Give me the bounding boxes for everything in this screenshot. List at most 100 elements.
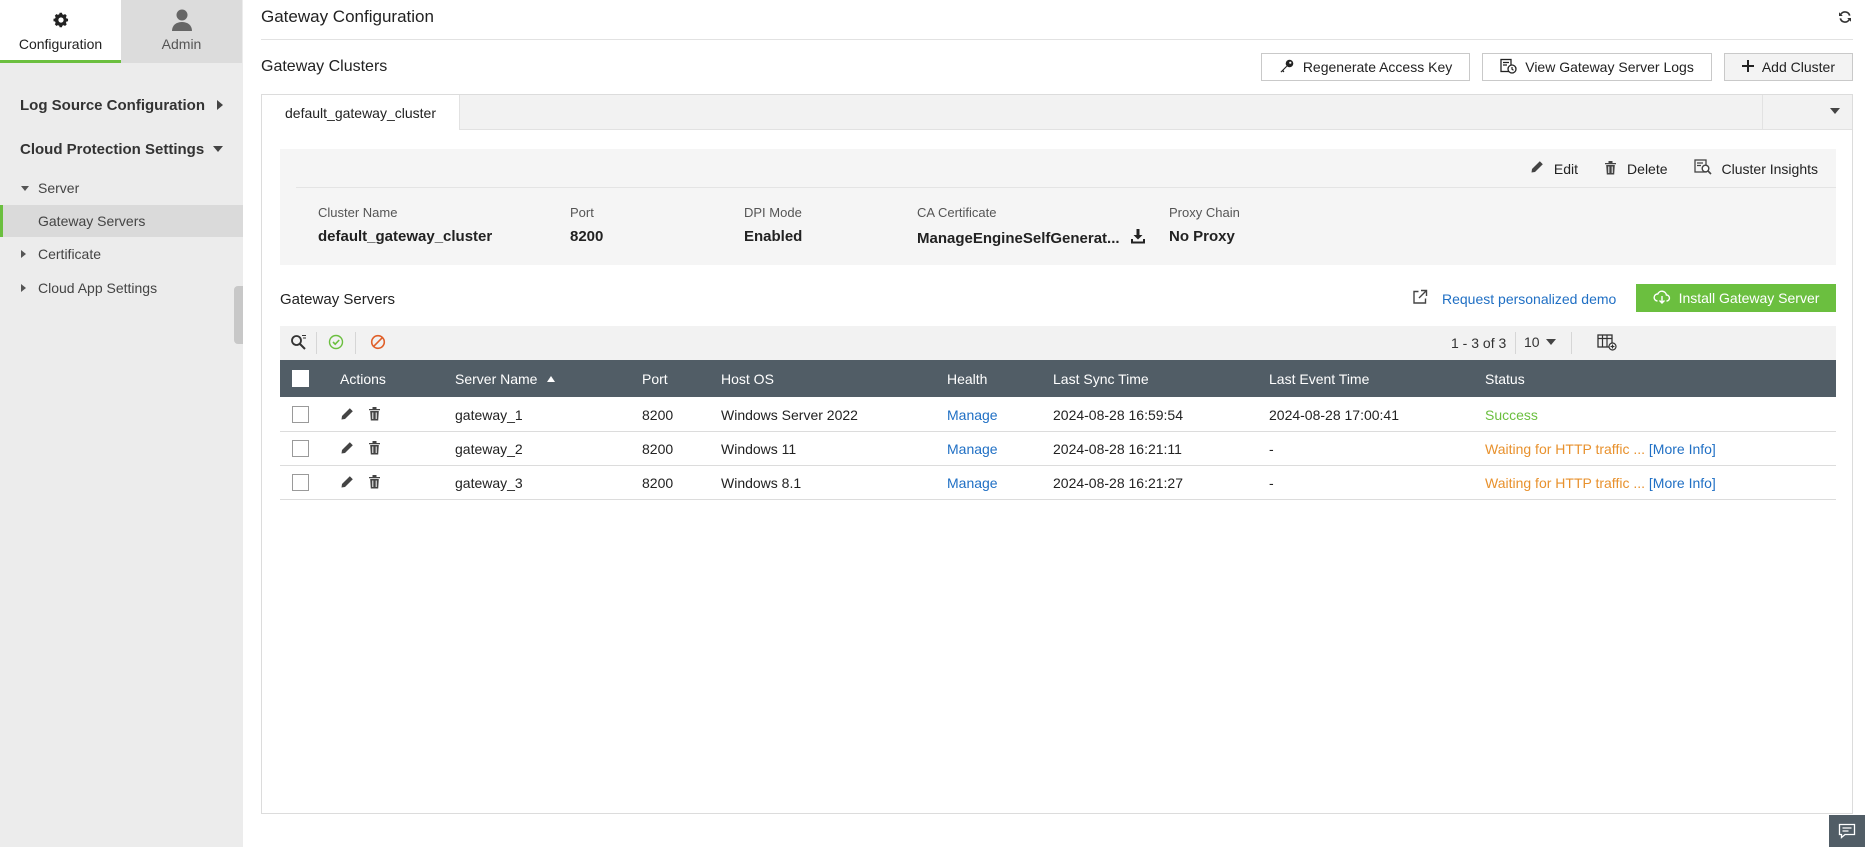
trash-icon[interactable] bbox=[368, 474, 381, 492]
chat-icon[interactable] bbox=[1829, 815, 1865, 847]
app-root: Configuration Admin Log Source Configura… bbox=[0, 0, 1865, 847]
column-header-actions: Actions bbox=[340, 371, 386, 387]
side-menu: Log Source Configuration Cloud Protectio… bbox=[0, 63, 243, 305]
top-tabs: Configuration Admin bbox=[0, 0, 243, 63]
request-demo-link[interactable]: Request personalized demo bbox=[1412, 289, 1616, 308]
cluster-insights-button[interactable]: Cluster Insights bbox=[1693, 159, 1818, 178]
table-row: gateway_1 8200 Windows Server 2022 Manag… bbox=[280, 397, 1836, 432]
sidebar-item-label: Server bbox=[38, 180, 80, 196]
column-settings-icon[interactable] bbox=[1597, 334, 1617, 356]
column-header-status: Status bbox=[1485, 371, 1525, 387]
refresh-icon[interactable] bbox=[1837, 9, 1853, 30]
column-header-server-name[interactable]: Server Name bbox=[455, 371, 556, 387]
sidebar: Configuration Admin Log Source Configura… bbox=[0, 0, 243, 847]
sidebar-group-server[interactable]: Server bbox=[0, 171, 243, 205]
cell-last-event-time: - bbox=[1269, 475, 1274, 491]
cell-port: 8200 bbox=[642, 441, 674, 457]
field-proxy-chain: Proxy Chain No Proxy bbox=[1169, 205, 1240, 245]
more-info-link[interactable]: [More Info] bbox=[1649, 441, 1716, 457]
status-badge: Waiting for HTTP traffic ... bbox=[1485, 441, 1646, 457]
toolbar-separator bbox=[1571, 332, 1572, 354]
column-header-label: Server Name bbox=[455, 371, 538, 387]
pencil-icon bbox=[1530, 160, 1544, 177]
sidebar-group-cloud-app-settings[interactable]: Cloud App Settings bbox=[0, 271, 243, 305]
more-info-link[interactable]: [More Info] bbox=[1649, 475, 1716, 491]
sidebar-item-label: Cloud Protection Settings bbox=[20, 140, 205, 158]
status-cell: Waiting for HTTP traffic ... [More Info] bbox=[1485, 441, 1716, 457]
field-value: 8200 bbox=[570, 228, 604, 245]
row-checkbox[interactable] bbox=[292, 440, 309, 457]
cell-host-os: Windows Server 2022 bbox=[721, 407, 858, 423]
gateway-clusters-title: Gateway Clusters bbox=[261, 58, 388, 75]
cluster-tabs-dropdown[interactable] bbox=[1762, 95, 1852, 130]
toolbar-separator bbox=[316, 332, 317, 354]
manage-health-link[interactable]: Manage bbox=[947, 475, 998, 491]
toolbar-separator bbox=[355, 332, 356, 354]
manage-health-link[interactable]: Manage bbox=[947, 441, 998, 457]
row-checkbox[interactable] bbox=[292, 474, 309, 491]
trash-icon[interactable] bbox=[368, 440, 381, 458]
sidebar-group-certificate[interactable]: Certificate bbox=[0, 237, 243, 271]
manage-health-link[interactable]: Manage bbox=[947, 407, 998, 423]
enable-check-icon[interactable] bbox=[328, 334, 344, 355]
field-key: Proxy Chain bbox=[1169, 205, 1240, 220]
tab-configuration[interactable]: Configuration bbox=[0, 0, 121, 63]
sidebar-collapse-handle[interactable] bbox=[234, 286, 243, 344]
main-content: Gateway Configuration Gateway Clusters R… bbox=[243, 0, 1865, 847]
tab-configuration-label: Configuration bbox=[18, 36, 103, 52]
download-icon[interactable] bbox=[1130, 228, 1146, 248]
chevron-down-icon bbox=[1545, 339, 1556, 345]
rows-per-page-select[interactable]: 10 bbox=[1524, 334, 1556, 350]
pagination-info: 1 - 3 of 3 bbox=[1451, 335, 1507, 351]
cell-host-os: Windows 11 bbox=[721, 441, 797, 457]
pencil-icon[interactable] bbox=[340, 407, 354, 424]
page-title: Gateway Configuration bbox=[261, 7, 434, 26]
install-gateway-server-button[interactable]: Install Gateway Server bbox=[1636, 284, 1836, 312]
gateway-servers-title: Gateway Servers bbox=[280, 291, 396, 308]
field-key: DPI Mode bbox=[744, 205, 802, 220]
cluster-info-card: Edit Delete Cluster Insights Cluster Nam… bbox=[280, 149, 1836, 265]
field-ca-certificate: CA Certificate ManageEngineSelfGenerat..… bbox=[917, 205, 1146, 248]
field-value: ManageEngineSelfGenerat... bbox=[917, 229, 1120, 247]
pencil-icon[interactable] bbox=[340, 441, 354, 458]
regenerate-access-key-button[interactable]: Regenerate Access Key bbox=[1260, 53, 1471, 81]
tab-admin[interactable]: Admin bbox=[121, 0, 242, 63]
cluster-toolbar: Regenerate Access Key View Gateway Serve… bbox=[1260, 53, 1853, 81]
table-row: gateway_3 8200 Windows 8.1 Manage 2024-0… bbox=[280, 466, 1836, 500]
info-divider bbox=[296, 187, 1836, 188]
delete-cluster-button[interactable]: Delete bbox=[1604, 159, 1668, 178]
status-badge: Waiting for HTTP traffic ... bbox=[1485, 475, 1646, 491]
cell-last-event-time: 2024-08-28 17:00:41 bbox=[1269, 407, 1399, 423]
tab-default-gateway-cluster[interactable]: default_gateway_cluster bbox=[262, 95, 460, 130]
disable-ban-icon[interactable] bbox=[370, 334, 386, 355]
chevron-down-icon bbox=[1830, 108, 1840, 114]
grid-toolbar: 1 - 3 of 3 10 bbox=[280, 326, 1836, 360]
pencil-icon[interactable] bbox=[340, 475, 354, 492]
column-header-last-sync-time: Last Sync Time bbox=[1053, 371, 1149, 387]
tab-admin-label: Admin bbox=[161, 36, 202, 52]
add-cluster-button[interactable]: Add Cluster bbox=[1723, 53, 1853, 81]
sidebar-item-log-source-configuration[interactable]: Log Source Configuration bbox=[0, 83, 243, 127]
cell-last-event-time: - bbox=[1269, 441, 1274, 457]
trash-icon[interactable] bbox=[368, 406, 381, 424]
sidebar-item-label: Log Source Configuration bbox=[20, 96, 205, 114]
view-gateway-server-logs-button[interactable]: View Gateway Server Logs bbox=[1482, 53, 1712, 81]
trash-icon bbox=[1604, 160, 1617, 178]
row-checkbox[interactable] bbox=[292, 406, 309, 423]
install-gateway-server-label: Install Gateway Server bbox=[1678, 290, 1820, 306]
sidebar-item-cloud-protection-settings[interactable]: Cloud Protection Settings bbox=[0, 127, 243, 171]
field-key: Port bbox=[570, 205, 594, 220]
select-all-checkbox[interactable] bbox=[292, 370, 309, 387]
sidebar-item-gateway-servers[interactable]: Gateway Servers bbox=[0, 205, 243, 237]
plus-icon bbox=[1741, 59, 1754, 75]
cell-last-sync-time: 2024-08-28 16:21:11 bbox=[1053, 441, 1182, 457]
caret-right-icon bbox=[21, 250, 26, 258]
gear-icon bbox=[52, 8, 70, 32]
regenerate-access-key-label: Regenerate Access Key bbox=[1302, 59, 1453, 75]
sort-ascending-icon bbox=[547, 376, 556, 382]
search-filter-icon[interactable] bbox=[290, 334, 307, 356]
chevron-down-icon bbox=[213, 146, 223, 152]
insights-search-icon bbox=[1693, 159, 1712, 178]
caret-down-icon bbox=[21, 186, 29, 191]
edit-cluster-button[interactable]: Edit bbox=[1530, 159, 1578, 178]
